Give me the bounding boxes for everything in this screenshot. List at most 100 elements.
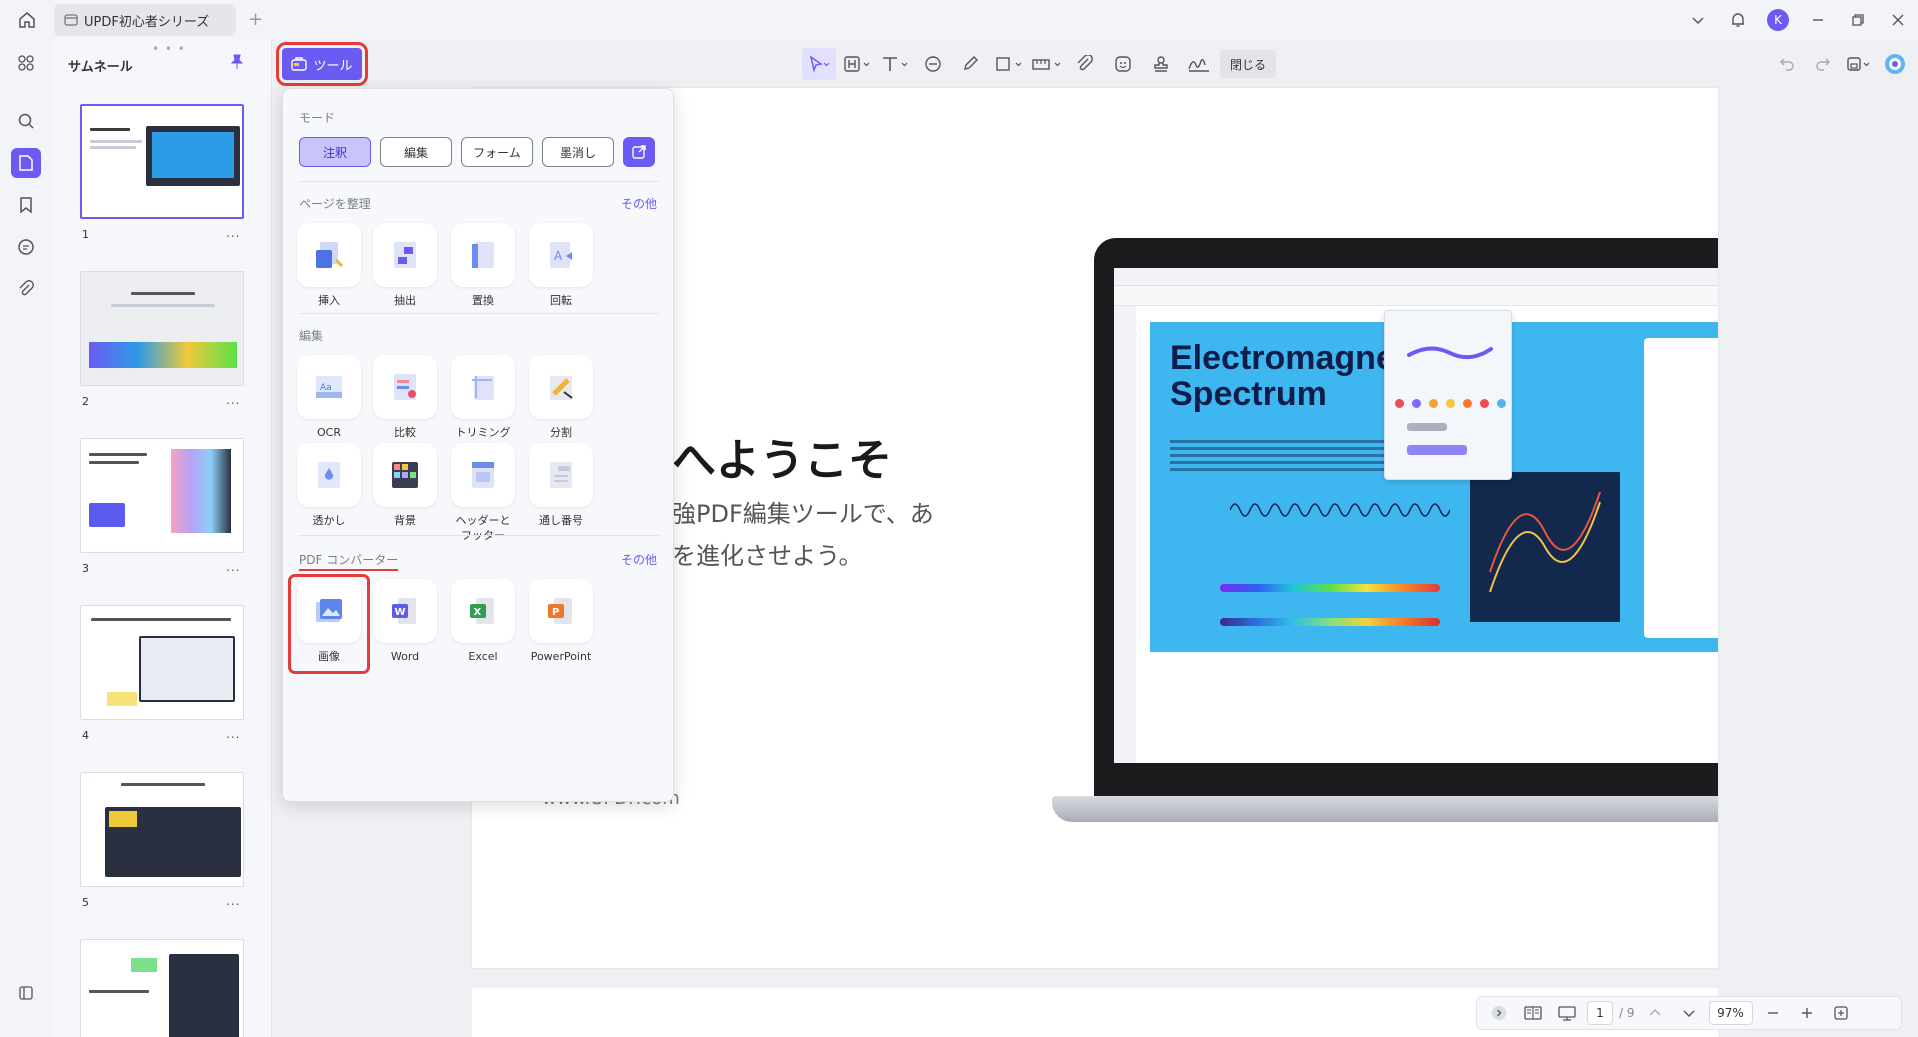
convert-excel-tool[interactable]: X Excel [447, 579, 519, 664]
close-window-button[interactable] [1878, 0, 1918, 40]
pin-panel-button[interactable] [230, 54, 244, 74]
mode-redact-button[interactable]: 墨消し [542, 137, 614, 167]
select-tool[interactable] [802, 48, 836, 80]
ai-assistant-button[interactable] [1880, 49, 1910, 79]
mode-edit-button[interactable]: 編集 [380, 137, 452, 167]
minimize-button[interactable] [1798, 0, 1838, 40]
rail-panel-toggle-button[interactable] [11, 978, 41, 1008]
collapse-status-bar-button[interactable] [1485, 1000, 1513, 1026]
split-tool-tile [529, 355, 593, 419]
redo-button[interactable] [1808, 49, 1838, 79]
document-tab-title: UPDF初心者シリーズ [84, 14, 210, 30]
next-page-button[interactable] [1675, 1000, 1703, 1026]
page-thumbnail-4[interactable] [80, 605, 244, 720]
external-link-icon [632, 145, 646, 159]
rail-attachments-button[interactable] [11, 274, 41, 304]
page-layout-button[interactable] [1519, 1000, 1547, 1026]
page-thumbnail-6[interactable] [80, 939, 244, 1037]
zoom-in-button[interactable] [1793, 1000, 1821, 1026]
crop-tool[interactable]: トリミング [447, 355, 519, 440]
undo-button[interactable] [1772, 49, 1802, 79]
rail-comments-button[interactable] [11, 232, 41, 262]
page-thumbnail-5[interactable] [80, 772, 244, 887]
background-tool-label: 背景 [394, 514, 416, 527]
convert-image-tool[interactable]: 画像 [288, 574, 370, 674]
panel-resize-grip[interactable]: • • • [152, 42, 186, 56]
page-thumbnail-menu[interactable]: ... [226, 560, 240, 574]
page-thumbnail-2[interactable] [80, 271, 244, 386]
notifications-button[interactable] [1718, 0, 1758, 40]
mode-form-button[interactable]: フォーム [461, 137, 533, 167]
bates-number-tool[interactable]: 通し番号 [525, 443, 597, 528]
organize-more-link[interactable]: その他 [621, 195, 657, 212]
tools-button[interactable]: ツール [276, 42, 368, 86]
page-thumbnail-menu[interactable]: ... [226, 226, 240, 240]
signature-tool[interactable] [1182, 48, 1216, 80]
open-mode-window-button[interactable] [623, 137, 655, 167]
undo-icon [1780, 58, 1794, 71]
text-tool[interactable] [878, 48, 912, 80]
ocr-icon: Aa [316, 376, 342, 398]
sidebar-toggle-icon [19, 986, 33, 1000]
page-thumbnail-1[interactable] [80, 104, 244, 219]
page-thumbnail-menu[interactable]: ... [226, 727, 240, 741]
close-tools-button[interactable]: 閉じる [1220, 50, 1277, 78]
background-tool[interactable]: 背景 [369, 443, 441, 528]
minimize-icon [1813, 19, 1823, 21]
laptop-screen-sidebar [1114, 306, 1136, 763]
rail-bookmarks-button[interactable] [11, 190, 41, 220]
divider [299, 535, 659, 536]
ruler-icon [1032, 59, 1061, 70]
bates-number-tool-label: 通し番号 [539, 514, 583, 527]
account-button[interactable]: K [1758, 0, 1798, 40]
stamp-tool[interactable] [1144, 48, 1178, 80]
presentation-button[interactable] [1553, 1000, 1581, 1026]
close-icon [1892, 14, 1904, 26]
left-icon-rail [0, 40, 52, 1037]
tabs-dropdown-button[interactable] [1678, 0, 1718, 40]
insert-tool[interactable]: 挿入 [293, 223, 365, 308]
sticker-tool[interactable] [1106, 48, 1140, 80]
converter-more-link[interactable]: その他 [621, 551, 657, 568]
zoom-level-input[interactable]: 97% [1708, 1001, 1753, 1025]
split-tool[interactable]: 分割 [525, 355, 597, 440]
previous-page-button[interactable] [1641, 1000, 1669, 1026]
zoom-out-button[interactable] [1759, 1000, 1787, 1026]
home-button[interactable] [14, 8, 40, 32]
page-thumbnail-3[interactable] [80, 438, 244, 553]
ocr-tool[interactable]: Aa OCR [293, 355, 365, 440]
grid-icon [18, 55, 34, 71]
measure-tool[interactable] [1030, 48, 1064, 80]
restore-button[interactable] [1838, 0, 1878, 40]
page-thumbnail-menu[interactable]: ... [226, 393, 240, 407]
rail-apps-button[interactable] [11, 48, 41, 78]
mode-annotate-button[interactable]: 注釈 [299, 137, 371, 167]
page-thumbnail-menu[interactable]: ... [226, 894, 240, 908]
document-tab[interactable]: UPDF初心者シリーズ [54, 4, 236, 36]
highlight-tool[interactable] [840, 48, 874, 80]
convert-word-tool-tile: W [373, 579, 437, 643]
extract-tool[interactable]: 抽出 [369, 223, 441, 308]
rail-thumbnails-button[interactable] [11, 148, 41, 178]
current-page-input[interactable]: 1 [1587, 1001, 1613, 1025]
stamp-icon [1154, 56, 1168, 72]
compare-tool[interactable]: 比較 [369, 355, 441, 440]
rail-search-button[interactable] [11, 106, 41, 136]
convert-word-tool[interactable]: W Word [369, 579, 441, 664]
shape-tool[interactable] [992, 48, 1026, 80]
replace-tool[interactable]: 置換 [447, 223, 519, 308]
attach-tool[interactable] [1068, 48, 1102, 80]
fit-page-button[interactable] [1827, 1000, 1855, 1026]
paperclip-icon [1077, 55, 1093, 71]
comment-tool[interactable] [916, 48, 950, 80]
restore-icon [1852, 14, 1864, 26]
convert-powerpoint-tool[interactable]: P PowerPoint [525, 579, 597, 664]
rotate-tool[interactable]: A 回転 [525, 223, 597, 308]
compare-tool-label: 比較 [394, 426, 416, 439]
mode-section-title: モード [299, 111, 336, 125]
new-tab-button[interactable]: + [248, 9, 263, 30]
save-menu-button[interactable] [1844, 49, 1874, 79]
pencil-tool[interactable] [954, 48, 988, 80]
header-footer-tool[interactable]: ヘッダーと フッター [447, 443, 519, 543]
watermark-tool[interactable]: 透かし [293, 443, 365, 528]
